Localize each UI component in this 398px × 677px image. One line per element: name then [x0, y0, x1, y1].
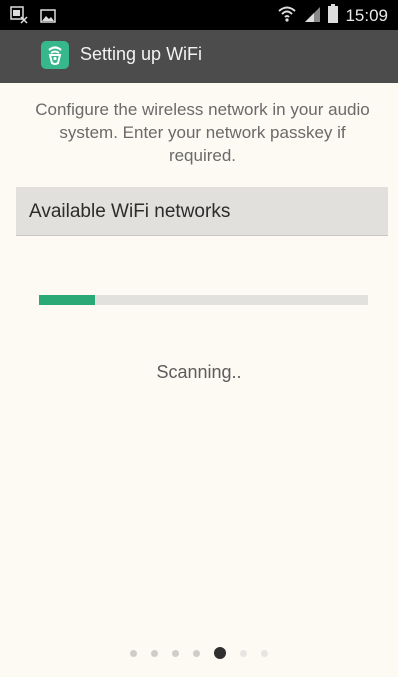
scan-progress-fill: [39, 295, 95, 305]
page-dot: [172, 649, 179, 657]
page-dot: [130, 649, 137, 657]
page-dot: [240, 649, 247, 657]
image-icon: [40, 8, 56, 27]
battery-icon: [327, 4, 339, 28]
intro-text: Configure the wireless network in your a…: [35, 100, 370, 165]
page-dot: [151, 649, 158, 657]
status-bar: 15:09: [0, 0, 398, 30]
page-dot: [193, 649, 200, 657]
screenshot-icon: [10, 6, 28, 28]
page-dot: [261, 649, 268, 657]
section-title: Available WiFi networks: [29, 201, 231, 222]
scan-status-text: Scanning..: [156, 362, 242, 382]
page-dot-active: [214, 647, 226, 659]
signal-icon: [303, 5, 321, 27]
scan-progress-bar: [39, 295, 368, 305]
page-indicator: [0, 646, 398, 660]
wifi-speaker-icon[interactable]: [41, 41, 69, 69]
clock: 15:09: [345, 6, 388, 25]
page-title: Setting up WiFi: [80, 44, 203, 64]
wifi-icon: [277, 4, 297, 28]
section-header: Available WiFi networks: [16, 187, 388, 236]
